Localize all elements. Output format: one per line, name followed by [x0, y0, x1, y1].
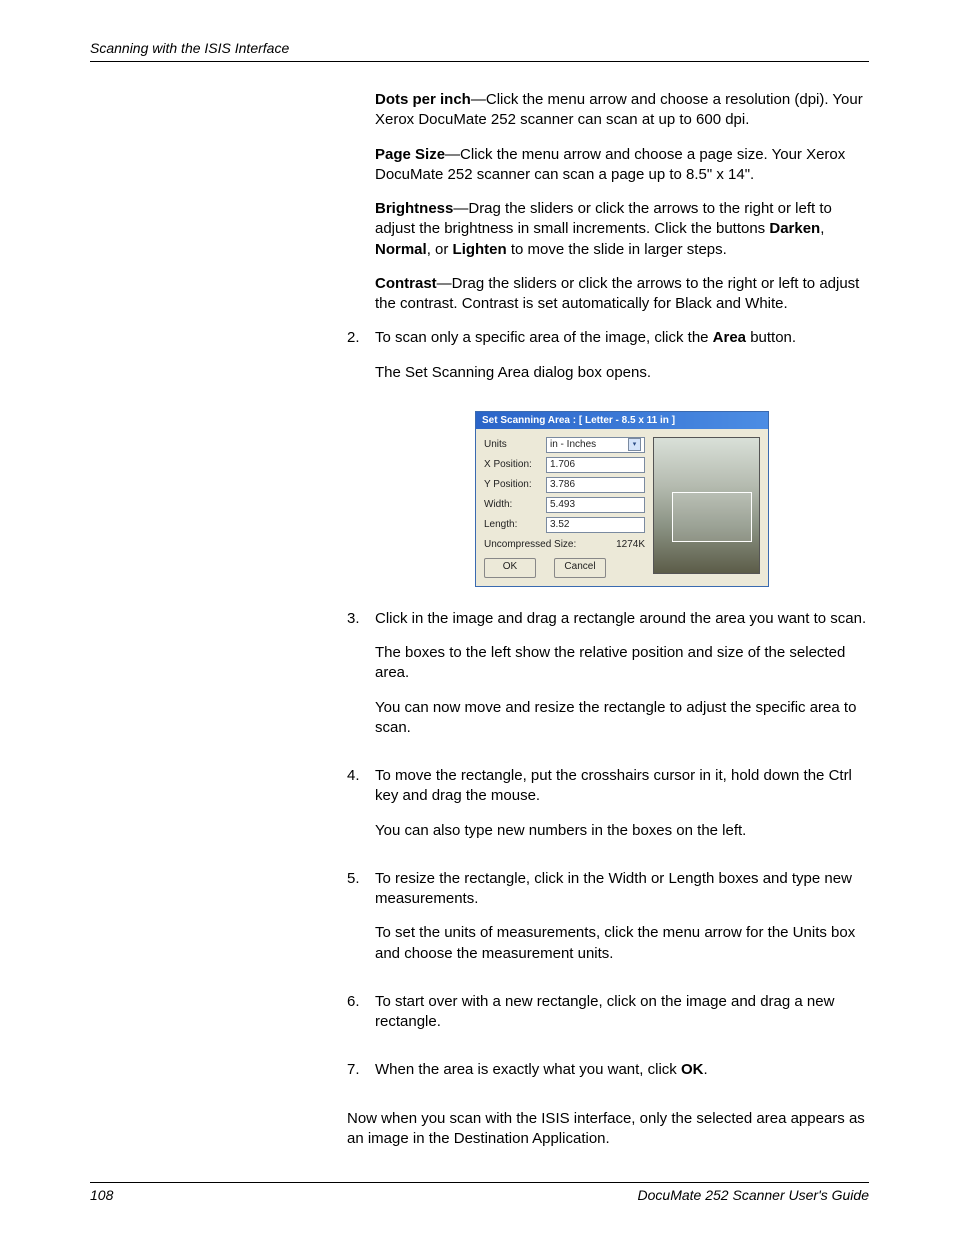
length-input[interactable]: 3.52	[546, 517, 645, 533]
step-2: 2. To scan only a specific area of the i…	[347, 328, 869, 397]
cancel-button[interactable]: Cancel	[554, 558, 606, 578]
page-footer: 108 DocuMate 252 Scanner User's Guide	[90, 1182, 869, 1203]
step-3: 3. Click in the image and drag a rectang…	[347, 609, 869, 752]
units-dropdown[interactable]: in - Inches ▾	[546, 437, 645, 453]
para-contrast: Contrast—Drag the sliders or click the a…	[375, 274, 869, 315]
ok-button[interactable]: OK	[484, 558, 536, 578]
xpos-label: X Position:	[484, 459, 546, 470]
uncompressed-size-label: Uncompressed Size:	[484, 539, 576, 550]
chevron-down-icon[interactable]: ▾	[628, 438, 641, 451]
ypos-input[interactable]: 3.786	[546, 477, 645, 493]
dialog-title: Set Scanning Area : [ Letter - 8.5 x 11 …	[476, 412, 768, 429]
page-header: Scanning with the ISIS Interface	[90, 40, 869, 62]
selection-rectangle[interactable]	[672, 492, 752, 542]
step-7: 7. When the area is exactly what you wan…	[347, 1060, 869, 1094]
xpos-input[interactable]: 1.706	[546, 457, 645, 473]
step-number: 3.	[347, 609, 375, 752]
width-label: Width:	[484, 499, 546, 510]
para-pagesize: Page Size—Click the menu arrow and choos…	[375, 145, 869, 186]
step-4: 4. To move the rectangle, put the crossh…	[347, 766, 869, 855]
manual-title: DocuMate 252 Scanner User's Guide	[638, 1187, 869, 1203]
page-number: 108	[90, 1187, 113, 1203]
para-dpi: Dots per inch—Click the menu arrow and c…	[375, 90, 869, 131]
width-input[interactable]: 5.493	[546, 497, 645, 513]
step-number: 7.	[347, 1060, 375, 1094]
step-number: 4.	[347, 766, 375, 855]
preview-image[interactable]	[653, 437, 760, 574]
step-6: 6. To start over with a new rectangle, c…	[347, 992, 869, 1047]
breadcrumb: Scanning with the ISIS Interface	[90, 40, 289, 56]
uncompressed-size-value: 1274K	[616, 539, 645, 550]
step-5: 5. To resize the rectangle, click in the…	[347, 869, 869, 978]
ypos-label: Y Position:	[484, 479, 546, 490]
step-number: 6.	[347, 992, 375, 1047]
main-content: Dots per inch—Click the menu arrow and c…	[375, 90, 869, 1149]
step-number: 5.	[347, 869, 375, 978]
set-scanning-area-dialog: Set Scanning Area : [ Letter - 8.5 x 11 …	[475, 411, 769, 587]
para-brightness: Brightness—Drag the sliders or click the…	[375, 199, 869, 260]
step-number: 2.	[347, 328, 375, 397]
closing-para: Now when you scan with the ISIS interfac…	[347, 1109, 869, 1150]
length-label: Length:	[484, 519, 546, 530]
units-label: Units	[484, 439, 546, 450]
